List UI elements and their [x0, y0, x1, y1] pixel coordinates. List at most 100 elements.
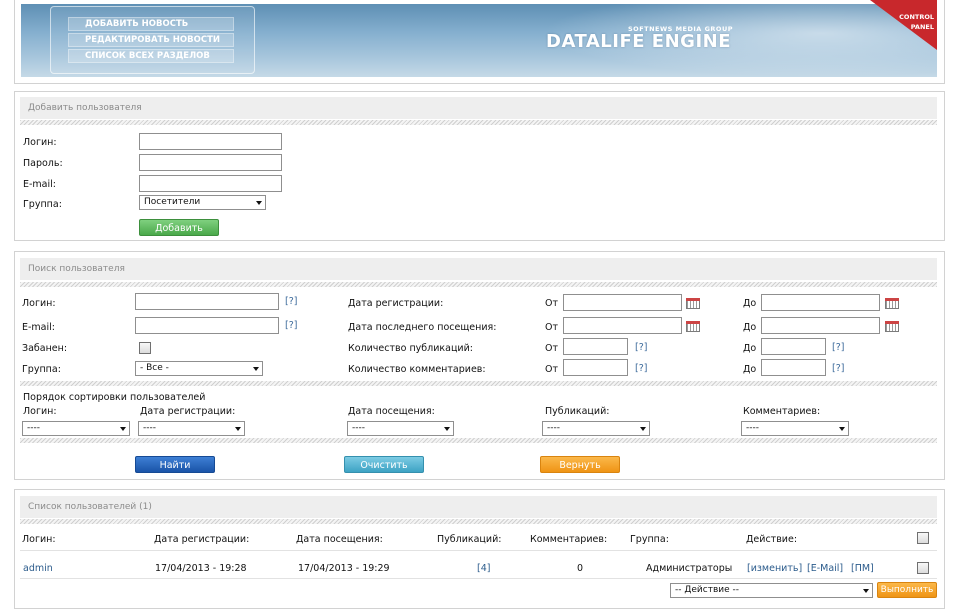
add-password-label: Пароль:	[23, 158, 63, 169]
search-group-value: - Все -	[140, 363, 169, 373]
search-banned-label: Забанен:	[22, 343, 68, 354]
reg-from-input[interactable]	[563, 294, 682, 311]
visit-to-input[interactable]	[761, 317, 880, 334]
comments-from-input[interactable]	[563, 359, 628, 376]
menu-all-sections[interactable]: СПИСОК ВСЕХ РАЗДЕЛОВ	[68, 49, 234, 63]
search-email-hint[interactable]: [?]	[285, 320, 297, 331]
last-visit-label: Дата последнего посещения:	[348, 322, 497, 333]
chevron-down-icon	[120, 427, 126, 431]
col-visit-date: Дата посещения:	[296, 534, 383, 545]
reset-button[interactable]: Вернуть	[540, 456, 620, 473]
search-divider-mid	[20, 381, 937, 386]
corner-line-2: PANEL	[910, 23, 934, 31]
add-email-input[interactable]	[139, 175, 282, 192]
execute-button[interactable]: Выполнить	[877, 582, 937, 598]
visit-to-label: До	[743, 322, 757, 333]
sort-login-value: ----	[27, 423, 40, 433]
chevron-down-icon	[640, 427, 646, 431]
users-divider	[20, 519, 937, 524]
add-email-label: E-mail:	[23, 179, 56, 190]
calendar-icon[interactable]	[885, 321, 899, 332]
comments-count-label: Количество комментариев:	[348, 364, 486, 375]
comments-from-hint[interactable]: [?]	[635, 363, 647, 374]
pubs-count-label: Количество публикаций:	[348, 343, 473, 354]
add-user-button[interactable]: Добавить	[139, 219, 219, 236]
user-pubs-link[interactable]: [4]	[477, 563, 490, 574]
calendar-icon[interactable]	[885, 298, 899, 309]
reg-from-label: От	[545, 298, 559, 309]
add-user-divider	[20, 120, 937, 125]
chevron-down-icon	[863, 589, 869, 593]
reg-date-label: Дата регистрации:	[348, 298, 444, 309]
col-comments: Комментариев:	[530, 534, 608, 545]
search-login-hint[interactable]: [?]	[285, 296, 297, 307]
sort-login-select[interactable]: ----	[22, 421, 130, 436]
mass-action-select[interactable]: -- Действие --	[670, 583, 873, 598]
chevron-down-icon	[256, 201, 262, 205]
sort-comments-value: ----	[746, 423, 759, 433]
user-email-link[interactable]: [E-Mail]	[807, 563, 843, 574]
pubs-to-input[interactable]	[761, 338, 826, 355]
calendar-icon[interactable]	[686, 321, 700, 332]
user-reg-date: 17/04/2013 - 19:28	[155, 563, 247, 574]
comments-from-label: От	[545, 364, 559, 375]
sort-visit-select[interactable]: ----	[347, 421, 454, 436]
users-title: Список пользователей (1)	[20, 496, 937, 518]
search-divider-bottom	[20, 438, 937, 443]
search-email-label: E-mail:	[22, 322, 55, 333]
sort-visit-label: Дата посещения:	[348, 406, 435, 417]
search-banned-checkbox[interactable]	[139, 342, 151, 354]
sort-title: Порядок сортировки пользователей	[23, 392, 206, 403]
control-panel-label: CONTROL PANEL	[892, 12, 934, 32]
visit-from-input[interactable]	[563, 317, 682, 334]
add-login-input[interactable]	[139, 133, 282, 150]
menu-add-news[interactable]: ДОБАВИТЬ НОВОСТЬ	[68, 17, 234, 31]
sort-pubs-label: Публикаций:	[545, 406, 610, 417]
sort-pubs-select[interactable]: ----	[542, 421, 650, 436]
comments-to-hint[interactable]: [?]	[832, 363, 844, 374]
sort-comments-select[interactable]: ----	[741, 421, 849, 436]
mass-action-value: -- Действие --	[675, 585, 740, 595]
chevron-down-icon	[444, 427, 450, 431]
clear-button[interactable]: Очистить	[344, 456, 424, 473]
pubs-from-hint[interactable]: [?]	[635, 342, 647, 353]
pubs-to-label: До	[743, 343, 757, 354]
sort-visit-value: ----	[352, 423, 365, 433]
brand-logo: DATALIFE ENGINE	[546, 31, 732, 52]
add-group-select[interactable]: Посетители	[139, 195, 266, 210]
corner-line-1: CONTROL	[899, 13, 934, 21]
user-edit-link[interactable]: [изменить]	[747, 563, 802, 574]
menu-edit-news[interactable]: РЕДАКТИРОВАТЬ НОВОСТИ	[68, 33, 234, 47]
pubs-from-input[interactable]	[563, 338, 628, 355]
col-action: Действие:	[746, 534, 798, 545]
add-group-label: Группа:	[23, 199, 62, 210]
search-login-label: Логин:	[22, 298, 56, 309]
find-button[interactable]: Найти	[135, 456, 215, 473]
comments-to-label: До	[743, 364, 757, 375]
search-group-select[interactable]: - Все -	[135, 361, 263, 376]
sort-reg-label: Дата регистрации:	[140, 406, 236, 417]
user-row-checkbox[interactable]	[917, 562, 929, 574]
calendar-icon[interactable]	[686, 298, 700, 309]
chevron-down-icon	[253, 367, 259, 371]
add-login-label: Логин:	[23, 137, 57, 148]
chevron-down-icon	[235, 427, 241, 431]
search-title: Поиск пользователя	[20, 258, 937, 280]
search-login-input[interactable]	[135, 293, 279, 310]
user-pm-link[interactable]: [ПМ]	[851, 563, 874, 574]
search-email-input[interactable]	[135, 317, 279, 334]
comments-to-input[interactable]	[761, 359, 826, 376]
search-divider-top	[20, 282, 937, 287]
add-password-input[interactable]	[139, 154, 282, 171]
sort-comments-label: Комментариев:	[743, 406, 821, 417]
sort-reg-select[interactable]: ----	[138, 421, 245, 436]
select-all-checkbox[interactable]	[917, 532, 929, 544]
col-group: Группа:	[630, 534, 669, 545]
row-divider	[20, 578, 937, 579]
reg-to-label: До	[743, 298, 757, 309]
user-login-link[interactable]: admin	[23, 563, 53, 574]
search-group-label: Группа:	[22, 364, 61, 375]
pubs-to-hint[interactable]: [?]	[832, 342, 844, 353]
sort-pubs-value: ----	[547, 423, 560, 433]
reg-to-input[interactable]	[761, 294, 880, 311]
